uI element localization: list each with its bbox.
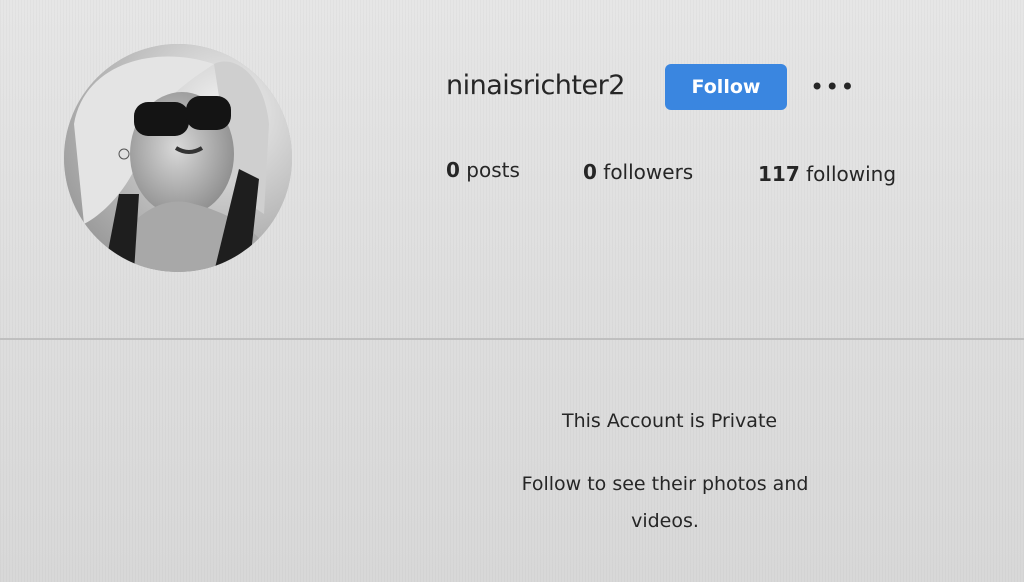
followers-stat[interactable]: 0 followers [583, 160, 693, 184]
follow-button[interactable]: Follow [665, 64, 787, 110]
posts-stat: 0 posts [446, 158, 520, 182]
avatar-image [64, 44, 292, 272]
following-count: 117 [758, 162, 800, 186]
profile-avatar[interactable] [64, 44, 292, 272]
followers-label: followers [603, 160, 694, 184]
section-divider [0, 338, 1024, 340]
following-stat[interactable]: 117 following [758, 162, 896, 186]
posts-count: 0 [446, 158, 460, 182]
posts-label: posts [466, 158, 520, 182]
profile-username: ninaisrichter2 [446, 70, 625, 101]
profile-screen: ninaisrichter2 Follow ••• 0 posts 0 foll… [0, 0, 1024, 582]
private-account-title: This Account is Private [562, 410, 778, 432]
private-account-message: Follow to see their photos and videos. [521, 473, 809, 532]
followers-count: 0 [583, 160, 597, 184]
more-options-icon[interactable]: ••• [810, 72, 854, 102]
following-label: following [806, 162, 897, 186]
